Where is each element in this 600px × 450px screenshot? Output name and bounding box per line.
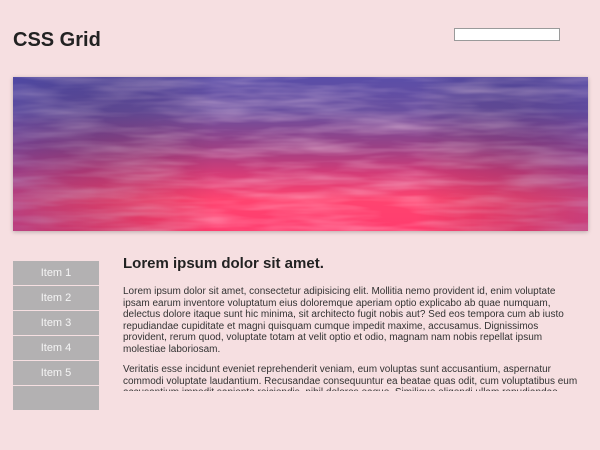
sidebar-item-5[interactable]: Item 5 <box>13 361 99 385</box>
sunset-sky-image <box>13 77 588 231</box>
sidebar-item-1[interactable]: Item 1 <box>13 261 99 285</box>
sidebar-item-4[interactable]: Item 4 <box>13 336 99 360</box>
article-paragraph-1: Lorem ipsum dolor sit amet, consectetur … <box>123 286 564 355</box>
sidebar-nav: Item 1 Item 2 Item 3 Item 4 Item 5 <box>13 261 99 450</box>
search-input[interactable] <box>454 28 560 41</box>
sidebar-item-6[interactable] <box>13 386 99 410</box>
sidebar-item-3[interactable]: Item 3 <box>13 311 99 335</box>
main-content: Lorem ipsum dolor sit amet. Lorem ipsum … <box>123 254 578 391</box>
sidebar-item-2[interactable]: Item 2 <box>13 286 99 310</box>
site-title: CSS Grid <box>13 29 101 51</box>
hero-banner <box>13 77 588 231</box>
article-paragraph-2: Veritatis esse incidunt eveniet reprehen… <box>123 364 578 391</box>
article-title: Lorem ipsum dolor sit amet. <box>123 255 324 272</box>
